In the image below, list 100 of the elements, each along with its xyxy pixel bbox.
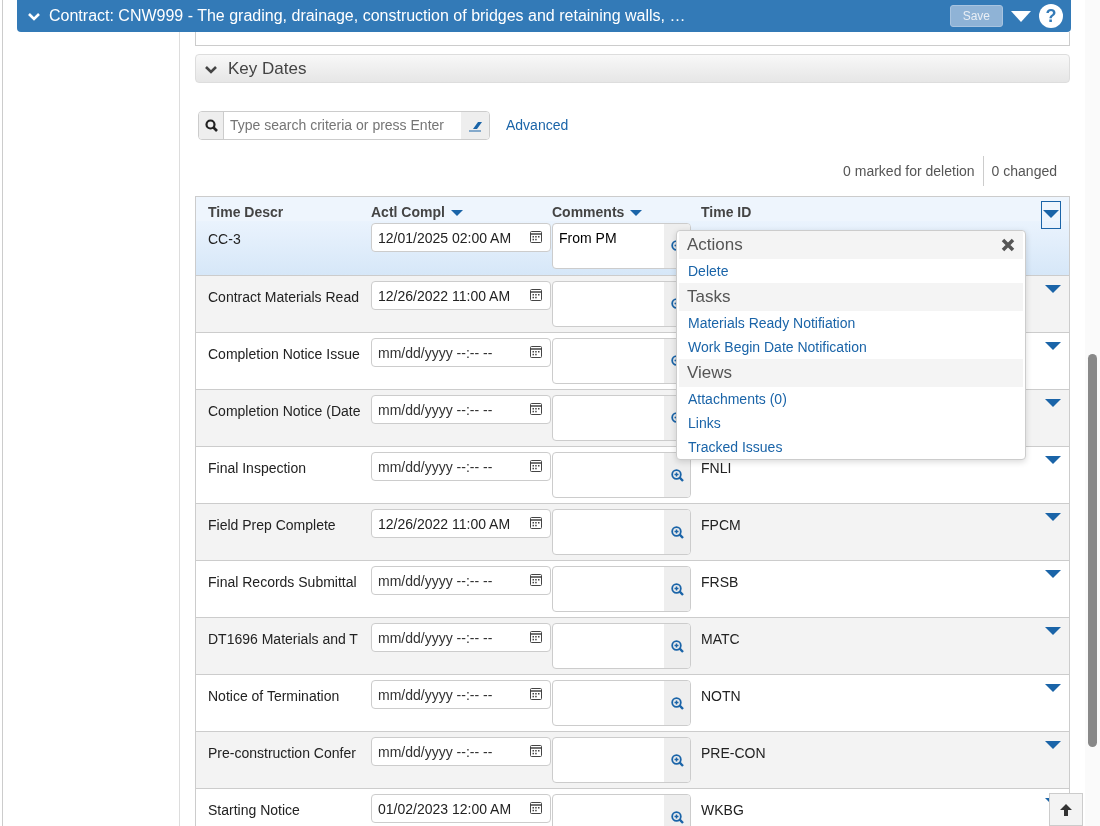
table-cell-text: Pre-construction Confer bbox=[208, 744, 356, 763]
help-button[interactable]: ? bbox=[1039, 4, 1063, 28]
zoom-button[interactable] bbox=[664, 624, 690, 668]
counter-text: 0 marked for deletion bbox=[842, 162, 976, 181]
close-icon[interactable] bbox=[1001, 238, 1015, 252]
menu-item[interactable]: Materials Ready Notifiation bbox=[679, 311, 1023, 335]
zoom-button[interactable] bbox=[664, 681, 690, 725]
calendar-icon[interactable] bbox=[530, 289, 542, 301]
table-cell-text: MATC bbox=[701, 630, 740, 649]
caret-down-icon bbox=[1045, 285, 1061, 293]
search-field[interactable]: Type search criteria or press Enter bbox=[198, 111, 490, 140]
calendar-icon[interactable] bbox=[530, 517, 542, 529]
row-menu-button[interactable] bbox=[1045, 399, 1061, 407]
zoom-button[interactable] bbox=[664, 453, 690, 497]
table-cell-text: Completion Notice Issue bbox=[208, 345, 360, 364]
caret-down-icon bbox=[1045, 513, 1061, 521]
caret-down-icon[interactable] bbox=[450, 210, 463, 217]
zoom-button[interactable] bbox=[664, 510, 690, 554]
caret-down-icon[interactable] bbox=[1011, 10, 1031, 22]
section-header[interactable]: Key Dates bbox=[195, 54, 1070, 83]
table-cell-text: Completion Notice (Date bbox=[208, 402, 361, 421]
scrollbar[interactable] bbox=[1085, 0, 1100, 826]
table-cell-text: DT1696 Materials and T bbox=[208, 630, 358, 649]
zoom-in-icon bbox=[670, 753, 684, 767]
scroll-top-button[interactable] bbox=[1049, 793, 1083, 826]
zoom-in-icon bbox=[670, 810, 684, 824]
menu-section-title: Views bbox=[687, 362, 733, 385]
table-cell-text: FNLI bbox=[701, 459, 732, 478]
table-cell-text: FRSB bbox=[701, 573, 739, 592]
date-field[interactable]: 12/01/2025 02:00 AM bbox=[371, 223, 551, 252]
calendar-icon[interactable] bbox=[530, 231, 542, 243]
menu-button[interactable] bbox=[1041, 201, 1061, 229]
table-cell-text: PRE-CON bbox=[701, 744, 766, 763]
zoom-in-icon bbox=[670, 468, 684, 482]
date-field[interactable]: mm/dd/yyyy --:-- -- bbox=[371, 623, 551, 652]
zoom-in-icon bbox=[670, 639, 684, 653]
table-cell-text: Final Inspection bbox=[208, 459, 307, 478]
row-menu-button[interactable] bbox=[1045, 456, 1061, 464]
row-menu-button[interactable] bbox=[1045, 741, 1061, 749]
caret-down-icon bbox=[1045, 570, 1061, 578]
column-header: Time ID bbox=[701, 203, 752, 222]
date-field[interactable]: mm/dd/yyyy --:-- -- bbox=[371, 566, 551, 595]
table-cell-text: NOTN bbox=[701, 687, 741, 706]
row-menu-button[interactable] bbox=[1045, 342, 1061, 350]
date-field[interactable]: mm/dd/yyyy --:-- -- bbox=[371, 395, 551, 424]
calendar-icon[interactable] bbox=[530, 688, 542, 700]
date-field[interactable]: 12/26/2022 11:00 AM bbox=[371, 509, 551, 538]
date-field[interactable]: mm/dd/yyyy --:-- -- bbox=[371, 452, 551, 481]
table-cell-text: Final Records Submittal bbox=[208, 573, 357, 592]
counter-text: 0 changed bbox=[982, 156, 1065, 186]
menu-section-title: Tasks bbox=[687, 286, 731, 309]
column-header: Comments bbox=[552, 204, 625, 220]
up-arrow-icon bbox=[1059, 802, 1073, 817]
zoom-in-icon bbox=[670, 696, 684, 710]
column-header: Time Descr bbox=[208, 204, 284, 220]
menu-item[interactable]: Work Begin Date Notification bbox=[679, 335, 1023, 359]
calendar-icon[interactable] bbox=[530, 346, 542, 358]
table-cell-text: Contract Materials Read bbox=[208, 288, 359, 307]
zoom-in-icon bbox=[670, 582, 684, 596]
advanced-link[interactable]: Advanced bbox=[506, 115, 569, 136]
row-menu-button[interactable] bbox=[1045, 570, 1061, 578]
zoom-button[interactable] bbox=[664, 738, 690, 782]
date-field[interactable]: 12/26/2022 11:00 AM bbox=[371, 281, 551, 310]
caret-down-icon bbox=[1045, 456, 1061, 464]
row-menu-button[interactable] bbox=[1045, 684, 1061, 692]
caret-down-icon bbox=[1045, 399, 1061, 407]
date-field[interactable]: mm/dd/yyyy --:-- -- bbox=[371, 737, 551, 766]
date-field[interactable]: mm/dd/yyyy --:-- -- bbox=[371, 680, 551, 709]
calendar-icon[interactable] bbox=[530, 403, 542, 415]
menu-item[interactable]: Links bbox=[679, 411, 1023, 435]
table-cell-text: WKBG bbox=[701, 801, 744, 820]
zoom-button[interactable] bbox=[664, 567, 690, 611]
table-cell-text: Notice of Termination bbox=[208, 687, 340, 706]
contract-title: Contract: CNW999 - The grading, drainage, construction of bridges and retaining walls, … bbox=[49, 6, 687, 26]
chevron-down-icon[interactable] bbox=[27, 10, 41, 22]
table-cell-text: CC-3 bbox=[208, 230, 241, 249]
calendar-icon[interactable] bbox=[530, 574, 542, 586]
caret-down-icon bbox=[1045, 741, 1061, 749]
zoom-button[interactable] bbox=[664, 795, 690, 826]
column-header: Actl Compl bbox=[371, 204, 445, 220]
menu-item[interactable]: Tracked Issues bbox=[679, 435, 1023, 459]
row-menu-button[interactable] bbox=[1045, 627, 1061, 635]
calendar-icon[interactable] bbox=[530, 460, 542, 472]
caret-down-icon[interactable] bbox=[630, 210, 643, 217]
eraser-icon bbox=[467, 119, 483, 132]
calendar-icon[interactable] bbox=[530, 745, 542, 757]
row-menu-button[interactable] bbox=[1045, 513, 1061, 521]
search-icon bbox=[204, 119, 218, 132]
caret-down-icon bbox=[1045, 684, 1061, 692]
calendar-icon[interactable] bbox=[530, 631, 542, 643]
date-field[interactable]: mm/dd/yyyy --:-- -- bbox=[371, 338, 551, 367]
menu-item[interactable]: Attachments (0) bbox=[679, 387, 1023, 411]
table-cell-text: Field Prep Complete bbox=[208, 516, 336, 535]
caret-down-icon bbox=[1045, 342, 1061, 350]
row-menu-button[interactable] bbox=[1045, 285, 1061, 293]
calendar-icon[interactable] bbox=[530, 802, 542, 814]
date-field[interactable]: 01/02/2023 12:00 AM bbox=[371, 794, 551, 823]
clear-button[interactable] bbox=[461, 112, 489, 139]
table-cell-text: Starting Notice bbox=[208, 801, 300, 820]
caret-down-icon bbox=[1045, 627, 1061, 635]
